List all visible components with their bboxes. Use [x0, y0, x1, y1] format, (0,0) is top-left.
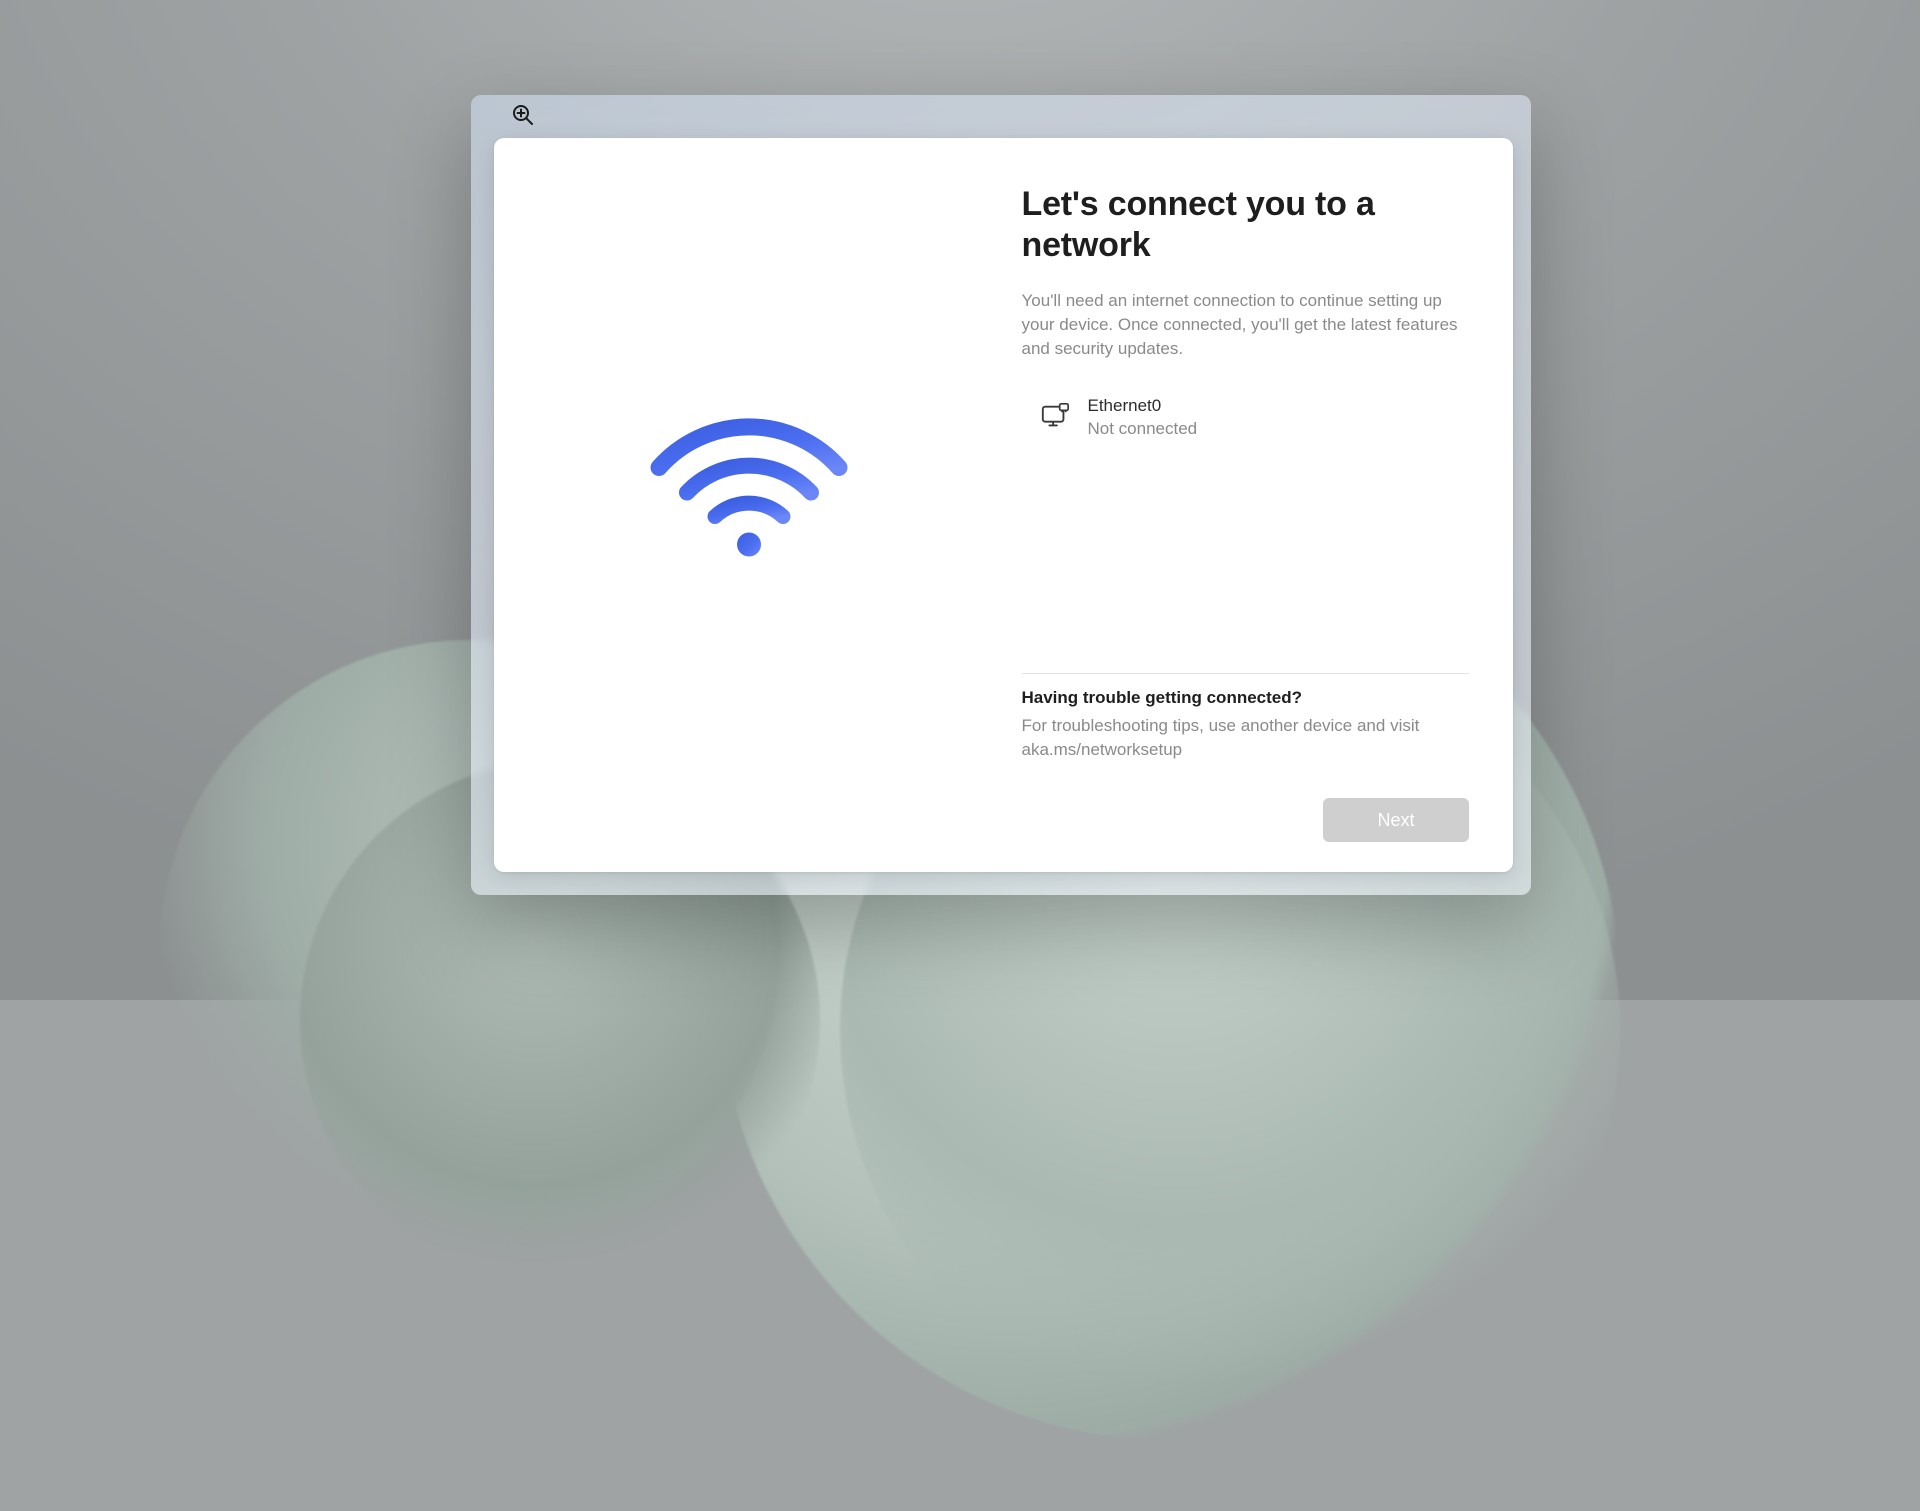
wifi-icon	[649, 413, 849, 568]
magnifier-zoom-icon[interactable]	[511, 103, 535, 132]
page-title: Let's connect you to a network	[1022, 184, 1470, 267]
network-name: Ethernet0	[1088, 395, 1198, 418]
ethernet-monitor-icon	[1040, 401, 1070, 436]
troubleshoot-text: For troubleshooting tips, use another de…	[1022, 714, 1470, 762]
illustration-pane	[494, 138, 1004, 872]
network-status: Not connected	[1088, 418, 1198, 441]
page-subtitle: You'll need an internet connection to co…	[1022, 289, 1470, 361]
setup-card: Let's connect you to a network You'll ne…	[494, 138, 1513, 872]
next-button[interactable]: Next	[1323, 798, 1469, 842]
network-item-ethernet0[interactable]: Ethernet0 Not connected	[1022, 387, 1470, 449]
oobe-window: Let's connect you to a network You'll ne…	[471, 95, 1531, 895]
spacer	[1022, 449, 1470, 673]
content-pane: Let's connect you to a network You'll ne…	[1004, 138, 1514, 872]
troubleshoot-title: Having trouble getting connected?	[1022, 688, 1470, 708]
footer-actions: Next	[1022, 798, 1470, 842]
divider	[1022, 673, 1470, 674]
network-item-texts: Ethernet0 Not connected	[1088, 395, 1198, 441]
